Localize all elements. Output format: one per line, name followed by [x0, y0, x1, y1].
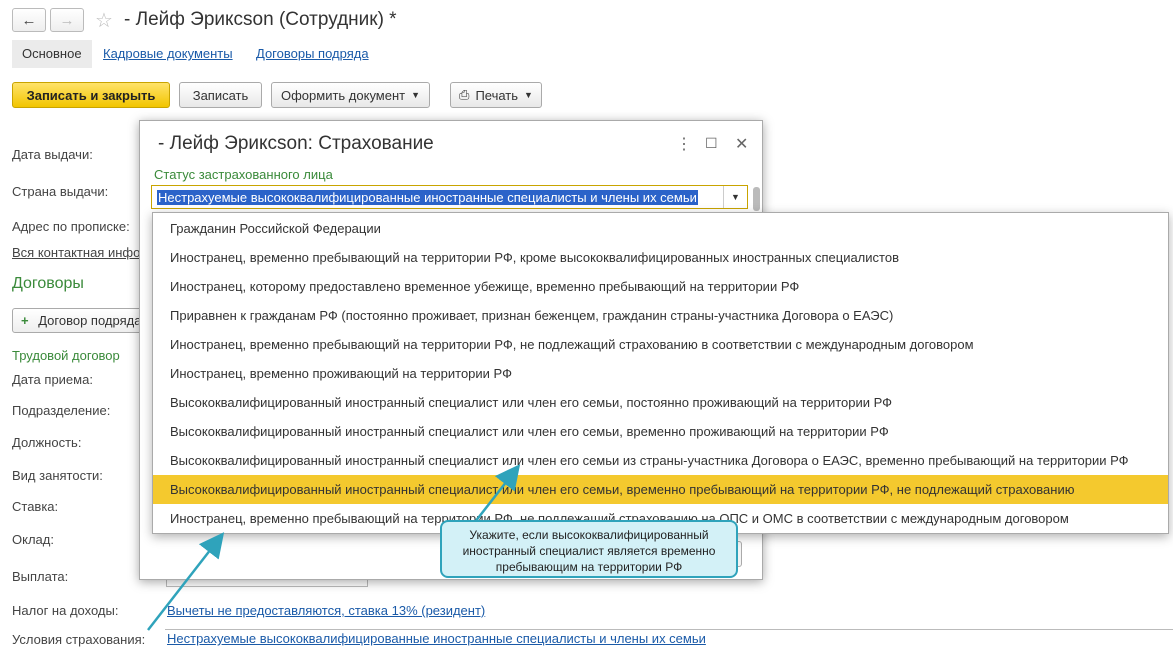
divider: [165, 629, 1173, 630]
hint-callout: Укажите, если высококвалифицированный ин…: [440, 520, 738, 578]
arrow-to-field: [147, 532, 225, 631]
arrow-to-item: [474, 464, 521, 523]
